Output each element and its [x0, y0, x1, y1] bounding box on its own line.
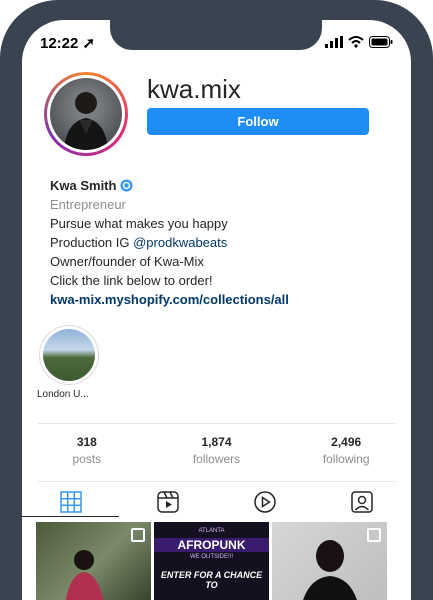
divider — [38, 481, 395, 482]
highlight-label: London U... — [37, 389, 89, 400]
profile-category: Entrepreneur — [50, 197, 126, 212]
bio-line-3: Owner/founder of Kwa-Mix — [50, 254, 204, 269]
status-icons — [325, 36, 393, 48]
profile-avatar[interactable] — [44, 72, 128, 156]
tab-grid[interactable] — [22, 488, 120, 517]
wifi-icon — [348, 36, 364, 48]
person-silhouette-icon — [64, 92, 108, 150]
tagged-icon — [351, 491, 374, 513]
stat-posts[interactable]: 318 posts — [22, 435, 152, 466]
profile-website-link[interactable]: kwa-mix.myshopify.com/collections/all — [50, 290, 289, 309]
bio-line-2: Production IG @prodkwabeats — [50, 235, 228, 250]
post-thumbnail[interactable]: ATLANTA AFROPUNK WE OUTSIDE!!! ENTER FOR… — [154, 522, 269, 600]
status-time: 12:22 ➚ — [40, 35, 96, 52]
divider — [38, 423, 395, 424]
highlight-ring — [39, 325, 99, 385]
video-play-icon — [254, 491, 276, 513]
reels-icon — [157, 491, 179, 513]
post-thumbnail[interactable] — [36, 522, 151, 600]
avatar-photo — [50, 78, 122, 150]
stat-followers[interactable]: 1,874 followers — [152, 435, 282, 466]
profile-bio: Kwa Smith Entrepreneur Pursue what makes… — [50, 176, 289, 309]
bio-line-1: Pursue what makes you happy — [50, 216, 228, 231]
tab-videos[interactable] — [217, 488, 314, 516]
profile-tabs — [22, 488, 411, 517]
mention-link[interactable]: @prodkwabeats — [133, 235, 227, 250]
profile-username: kwa.mix — [147, 74, 241, 104]
profile-name-row: Kwa Smith — [50, 176, 289, 195]
profile-stats: 318 posts 1,874 followers 2,496 followin… — [22, 435, 411, 466]
carousel-icon — [131, 528, 145, 542]
tab-reels[interactable] — [119, 488, 216, 516]
highlight-thumbnail — [43, 329, 95, 381]
grid-icon — [59, 491, 82, 513]
signal-icon — [325, 36, 343, 48]
phone-frame: 12:22 ➚ kwa.mix Follow Kwa Smith Entrepr… — [0, 0, 433, 600]
profile-name: Kwa Smith — [50, 178, 117, 193]
verified-badge-icon — [120, 179, 134, 192]
screen: 12:22 ➚ kwa.mix Follow Kwa Smith Entrepr… — [22, 20, 411, 600]
story-highlight[interactable]: London U... — [37, 325, 99, 400]
stat-following[interactable]: 2,496 following — [281, 435, 411, 466]
posts-grid: ATLANTA AFROPUNK WE OUTSIDE!!! ENTER FOR… — [36, 522, 397, 600]
post-thumbnail[interactable] — [272, 522, 387, 600]
carousel-icon — [367, 528, 381, 542]
follow-button[interactable]: Follow — [147, 108, 369, 135]
battery-icon — [369, 36, 393, 48]
bio-line-4: Click the link below to order! — [50, 273, 213, 288]
tab-tagged[interactable] — [314, 488, 411, 516]
notch — [110, 20, 322, 50]
